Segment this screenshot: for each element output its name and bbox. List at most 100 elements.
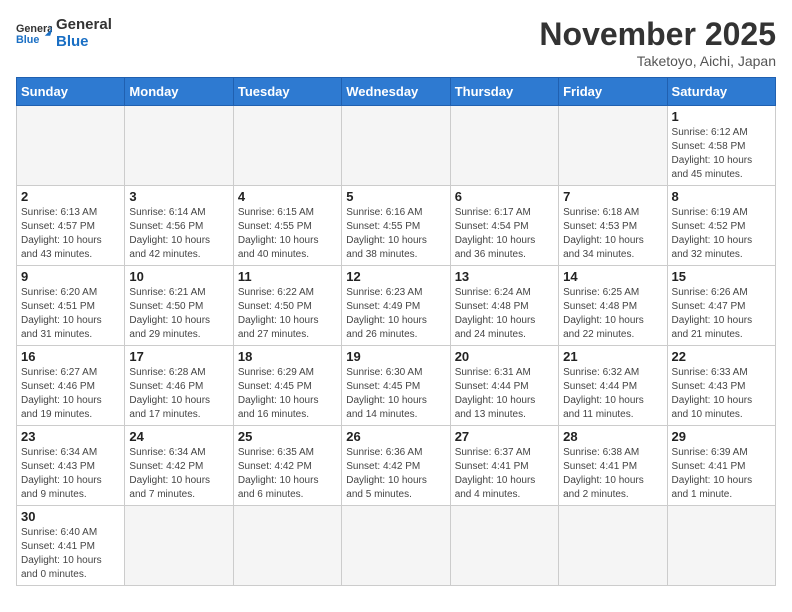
day-number: 9 (21, 269, 120, 284)
day-number: 12 (346, 269, 445, 284)
calendar-cell: 16Sunrise: 6:27 AM Sunset: 4:46 PM Dayli… (17, 346, 125, 426)
calendar-week-row: 1 Sunrise: 6:12 AM Sunset: 4:58 PM Daylig… (17, 106, 776, 186)
day-info: Sunrise: 6:23 AM Sunset: 4:49 PM Dayligh… (346, 286, 445, 342)
day-number: 30 (21, 509, 120, 524)
calendar-cell: 3Sunrise: 6:14 AM Sunset: 4:56 PM Daylig… (125, 186, 233, 266)
day-info: Sunrise: 6:28 AM Sunset: 4:46 PM Dayligh… (129, 366, 228, 422)
calendar-cell: 2 Sunrise: 6:13 AM Sunset: 4:57 PM Daylig… (17, 186, 125, 266)
day-info: Sunrise: 6:29 AM Sunset: 4:45 PM Dayligh… (238, 366, 337, 422)
calendar-cell: 19 Sunrise: 6:30 AM Sunset: 4:45 PM Dayli… (342, 346, 450, 426)
day-info: Sunrise: 6:40 AM Sunset: 4:41 PM Dayligh… (21, 526, 120, 582)
calendar-cell: 22 Sunrise: 6:33 AM Sunset: 4:43 PM Dayli… (667, 346, 775, 426)
page-header: General Blue General Blue November 2025 … (16, 16, 776, 69)
day-info: Sunrise: 6:18 AM Sunset: 4:53 PM Dayligh… (563, 206, 662, 262)
calendar-cell: 8Sunrise: 6:19 AM Sunset: 4:52 PM Daylig… (667, 186, 775, 266)
calendar-cell: 21Sunrise: 6:32 AM Sunset: 4:44 PM Dayli… (559, 346, 667, 426)
column-header-thursday: Thursday (450, 78, 558, 106)
day-info: Sunrise: 6:30 AM Sunset: 4:45 PM Dayligh… (346, 366, 445, 422)
day-number: 8 (672, 189, 771, 204)
day-info: Sunrise: 6:17 AM Sunset: 4:54 PM Dayligh… (455, 206, 554, 262)
day-info: Sunrise: 6:13 AM Sunset: 4:57 PM Dayligh… (21, 206, 120, 262)
day-number: 18 (238, 349, 337, 364)
calendar-cell: 20 Sunrise: 6:31 AM Sunset: 4:44 PM Dayli… (450, 346, 558, 426)
day-number: 13 (455, 269, 554, 284)
svg-text:Blue: Blue (16, 34, 39, 46)
day-info: Sunrise: 6:37 AM Sunset: 4:41 PM Dayligh… (455, 446, 554, 502)
day-number: 5 (346, 189, 445, 204)
day-info: Sunrise: 6:16 AM Sunset: 4:55 PM Dayligh… (346, 206, 445, 262)
calendar-cell: 5 Sunrise: 6:16 AM Sunset: 4:55 PM Daylig… (342, 186, 450, 266)
day-number: 2 (21, 189, 120, 204)
day-number: 24 (129, 429, 228, 444)
column-header-friday: Friday (559, 78, 667, 106)
day-number: 17 (129, 349, 228, 364)
day-info: Sunrise: 6:12 AM Sunset: 4:58 PM Dayligh… (672, 126, 771, 182)
day-number: 16 (21, 349, 120, 364)
day-number: 20 (455, 349, 554, 364)
day-number: 29 (672, 429, 771, 444)
calendar-cell: 25 Sunrise: 6:35 AM Sunset: 4:42 PM Dayli… (233, 426, 341, 506)
day-number: 19 (346, 349, 445, 364)
day-number: 26 (346, 429, 445, 444)
calendar-cell (559, 106, 667, 186)
calendar-cell (559, 506, 667, 586)
calendar-cell: 15Sunrise: 6:26 AM Sunset: 4:47 PM Dayli… (667, 266, 775, 346)
calendar-cell: 26 Sunrise: 6:36 AM Sunset: 4:42 PM Dayli… (342, 426, 450, 506)
day-info: Sunrise: 6:31 AM Sunset: 4:44 PM Dayligh… (455, 366, 554, 422)
day-info: Sunrise: 6:22 AM Sunset: 4:50 PM Dayligh… (238, 286, 337, 342)
day-info: Sunrise: 6:15 AM Sunset: 4:55 PM Dayligh… (238, 206, 337, 262)
calendar-cell: 27 Sunrise: 6:37 AM Sunset: 4:41 PM Dayli… (450, 426, 558, 506)
day-info: Sunrise: 6:26 AM Sunset: 4:47 PM Dayligh… (672, 286, 771, 342)
day-number: 21 (563, 349, 662, 364)
calendar-cell: 11 Sunrise: 6:22 AM Sunset: 4:50 PM Dayli… (233, 266, 341, 346)
day-info: Sunrise: 6:24 AM Sunset: 4:48 PM Dayligh… (455, 286, 554, 342)
day-info: Sunrise: 6:33 AM Sunset: 4:43 PM Dayligh… (672, 366, 771, 422)
column-header-wednesday: Wednesday (342, 78, 450, 106)
day-number: 25 (238, 429, 337, 444)
calendar-cell: 29 Sunrise: 6:39 AM Sunset: 4:41 PM Dayli… (667, 426, 775, 506)
calendar-cell: 12 Sunrise: 6:23 AM Sunset: 4:49 PM Dayli… (342, 266, 450, 346)
day-number: 27 (455, 429, 554, 444)
day-number: 11 (238, 269, 337, 284)
logo-blue-text: Blue (56, 33, 112, 50)
day-info: Sunrise: 6:38 AM Sunset: 4:41 PM Dayligh… (563, 446, 662, 502)
day-info: Sunrise: 6:35 AM Sunset: 4:42 PM Dayligh… (238, 446, 337, 502)
day-number: 22 (672, 349, 771, 364)
day-info: Sunrise: 6:34 AM Sunset: 4:43 PM Dayligh… (21, 446, 120, 502)
day-info: Sunrise: 6:14 AM Sunset: 4:56 PM Dayligh… (129, 206, 228, 262)
location-subtitle: Taketoyo, Aichi, Japan (539, 53, 776, 69)
calendar-cell (125, 106, 233, 186)
day-info: Sunrise: 6:21 AM Sunset: 4:50 PM Dayligh… (129, 286, 228, 342)
calendar-week-row: 16Sunrise: 6:27 AM Sunset: 4:46 PM Dayli… (17, 346, 776, 426)
logo-icon: General Blue (16, 19, 52, 47)
column-header-tuesday: Tuesday (233, 78, 341, 106)
title-block: November 2025 Taketoyo, Aichi, Japan (539, 16, 776, 69)
logo: General Blue General Blue (16, 16, 112, 50)
calendar-cell (17, 106, 125, 186)
month-year-title: November 2025 (539, 16, 776, 53)
day-number: 1 (672, 109, 771, 124)
calendar-cell (342, 506, 450, 586)
calendar-week-row: 23 Sunrise: 6:34 AM Sunset: 4:43 PM Dayli… (17, 426, 776, 506)
calendar-cell: 24 Sunrise: 6:34 AM Sunset: 4:42 PM Dayli… (125, 426, 233, 506)
calendar-cell (233, 506, 341, 586)
calendar-cell: 10Sunrise: 6:21 AM Sunset: 4:50 PM Dayli… (125, 266, 233, 346)
calendar-cell (450, 106, 558, 186)
day-info: Sunrise: 6:39 AM Sunset: 4:41 PM Dayligh… (672, 446, 771, 502)
day-number: 23 (21, 429, 120, 444)
calendar-header-row: SundayMondayTuesdayWednesdayThursdayFrid… (17, 78, 776, 106)
column-header-monday: Monday (125, 78, 233, 106)
day-info: Sunrise: 6:34 AM Sunset: 4:42 PM Dayligh… (129, 446, 228, 502)
calendar-cell: 18 Sunrise: 6:29 AM Sunset: 4:45 PM Dayli… (233, 346, 341, 426)
day-info: Sunrise: 6:36 AM Sunset: 4:42 PM Dayligh… (346, 446, 445, 502)
day-info: Sunrise: 6:25 AM Sunset: 4:48 PM Dayligh… (563, 286, 662, 342)
logo-general-text: General (56, 16, 112, 33)
calendar-cell: 13 Sunrise: 6:24 AM Sunset: 4:48 PM Dayli… (450, 266, 558, 346)
calendar-cell (125, 506, 233, 586)
calendar-cell: 9Sunrise: 6:20 AM Sunset: 4:51 PM Daylig… (17, 266, 125, 346)
calendar-cell: 30 Sunrise: 6:40 AM Sunset: 4:41 PM Dayli… (17, 506, 125, 586)
calendar-cell: 28Sunrise: 6:38 AM Sunset: 4:41 PM Dayli… (559, 426, 667, 506)
calendar-cell (233, 106, 341, 186)
calendar-cell: 17 Sunrise: 6:28 AM Sunset: 4:46 PM Dayli… (125, 346, 233, 426)
calendar-week-row: 9Sunrise: 6:20 AM Sunset: 4:51 PM Daylig… (17, 266, 776, 346)
